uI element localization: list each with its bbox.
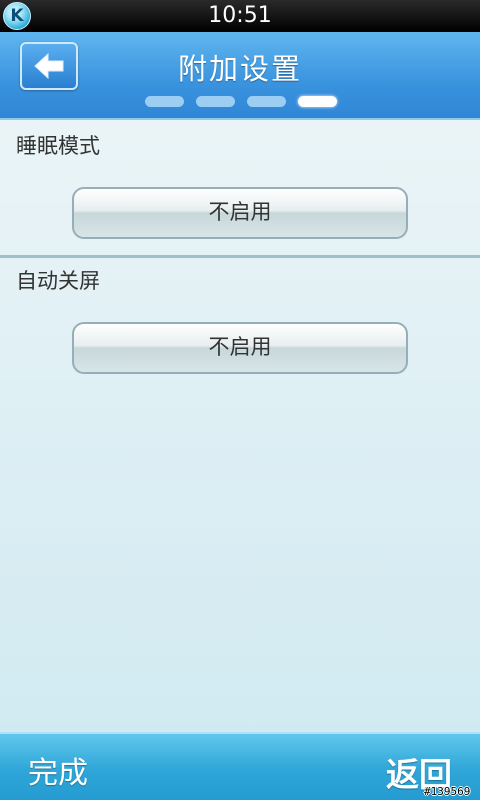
- status-clock: 10:51: [208, 3, 272, 28]
- auto-screen-off-select[interactable]: 不启用: [72, 322, 408, 374]
- page-dot: [145, 96, 184, 107]
- bottom-bar: 完成 返回: [0, 732, 480, 800]
- page-dot: [196, 96, 235, 107]
- sleep-mode-label: 睡眠模式: [16, 134, 100, 158]
- page-dot: [247, 96, 286, 107]
- done-button[interactable]: 完成: [28, 748, 88, 792]
- watermark: #139569: [424, 785, 471, 798]
- status-bar: K 10:51: [0, 0, 480, 32]
- header: 附加设置: [0, 32, 480, 120]
- section-divider: [0, 255, 480, 258]
- auto-screen-off-label: 自动关屏: [16, 269, 100, 293]
- page-title: 附加设置: [177, 52, 302, 86]
- sleep-mode-select[interactable]: 不启用: [72, 187, 408, 239]
- settings-content: 睡眠模式 不启用 自动关屏 不启用: [0, 120, 480, 732]
- page-dot-active: [298, 96, 337, 107]
